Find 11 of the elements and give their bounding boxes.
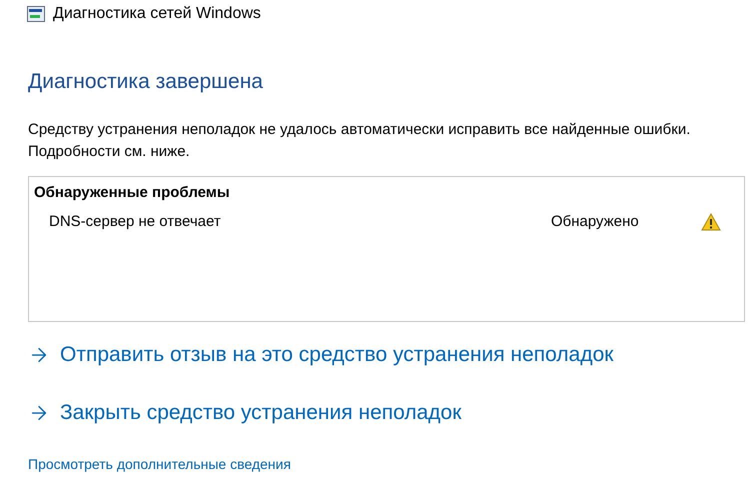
problem-name: DNS-сервер не отвечает: [49, 212, 222, 232]
more-info-link[interactable]: Просмотреть дополнительные сведения: [28, 454, 291, 475]
window-title: Диагностика сетей Windows: [53, 4, 261, 24]
panel-title: Обнаруженные проблемы: [34, 183, 231, 203]
action-link[interactable]: Отправить отзыв на это средство устранения неполадок: [28, 342, 614, 368]
action-link[interactable]: Закрыть средство устранения неполадок: [28, 400, 462, 426]
page-heading: Диагностика завершена: [28, 69, 264, 95]
warning-icon: [701, 213, 721, 231]
problem-status: Обнаружено: [551, 212, 640, 232]
network-app-icon: [27, 6, 45, 22]
result-message: Средству устранения неполадок не удалось автоматически исправить все найденные ошибки. Подробности см. ниже.: [28, 120, 692, 162]
